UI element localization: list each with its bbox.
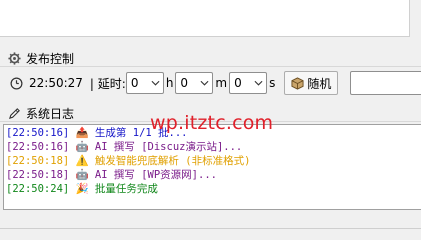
- hours-value: 0: [130, 76, 139, 90]
- publish-control-row: 22:50:27 | 延时: 0 h 0 m 0 s 随机: [10, 71, 339, 95]
- chevron-down-icon: [200, 80, 209, 86]
- log-line: [22:50:18] 🤖 AI 撰写 [WP资源网]...: [6, 169, 217, 181]
- seconds-value: 0: [234, 76, 242, 90]
- clock-icon: [10, 77, 23, 89]
- system-log-title: 系统日志: [26, 106, 75, 121]
- log-line: [22:50:16] 🤖 AI 撰写 [Discuz演示站]...: [6, 141, 243, 153]
- hours-unit: h: [165, 76, 174, 90]
- pen-icon: [8, 107, 20, 119]
- watermark: wp.itztc.com: [150, 112, 274, 134]
- publish-control-title: 发布控制: [26, 51, 75, 66]
- publish-control-header: 发布控制: [8, 50, 74, 66]
- system-log-header: 系统日志: [8, 105, 74, 121]
- chevron-down-icon: [254, 80, 263, 86]
- delay-label: | 延时:: [89, 76, 126, 91]
- current-time: 22:50:27: [29, 76, 83, 90]
- log-line: [22:50:24] 🎉 批量任务完成: [6, 183, 158, 195]
- seconds-unit: s: [269, 76, 276, 90]
- publish-control-divider: [0, 66, 421, 67]
- random-button[interactable]: 随机: [284, 71, 339, 95]
- minutes-unit: m: [215, 76, 228, 90]
- chevron-down-icon: [151, 80, 160, 86]
- minutes-spinbox[interactable]: 0: [175, 72, 214, 94]
- box-icon: [291, 76, 304, 90]
- log-line: [22:50:18] ⚠️ 触发智能兜底解析 (非标准格式): [6, 155, 251, 167]
- seconds-spinbox[interactable]: 0: [229, 72, 268, 94]
- random-button-label: 随机: [307, 76, 332, 91]
- status-bar: [0, 228, 421, 240]
- output-area: [0, 0, 410, 37]
- system-log-output[interactable]: [22:50:16] 📤 生成第 1/1 批... [22:50:16] 🤖 AI…: [3, 124, 421, 210]
- hours-spinbox[interactable]: 0: [125, 72, 164, 94]
- minutes-value: 0: [180, 76, 189, 90]
- random-input[interactable]: [350, 71, 421, 95]
- gear-icon: [8, 51, 21, 65]
